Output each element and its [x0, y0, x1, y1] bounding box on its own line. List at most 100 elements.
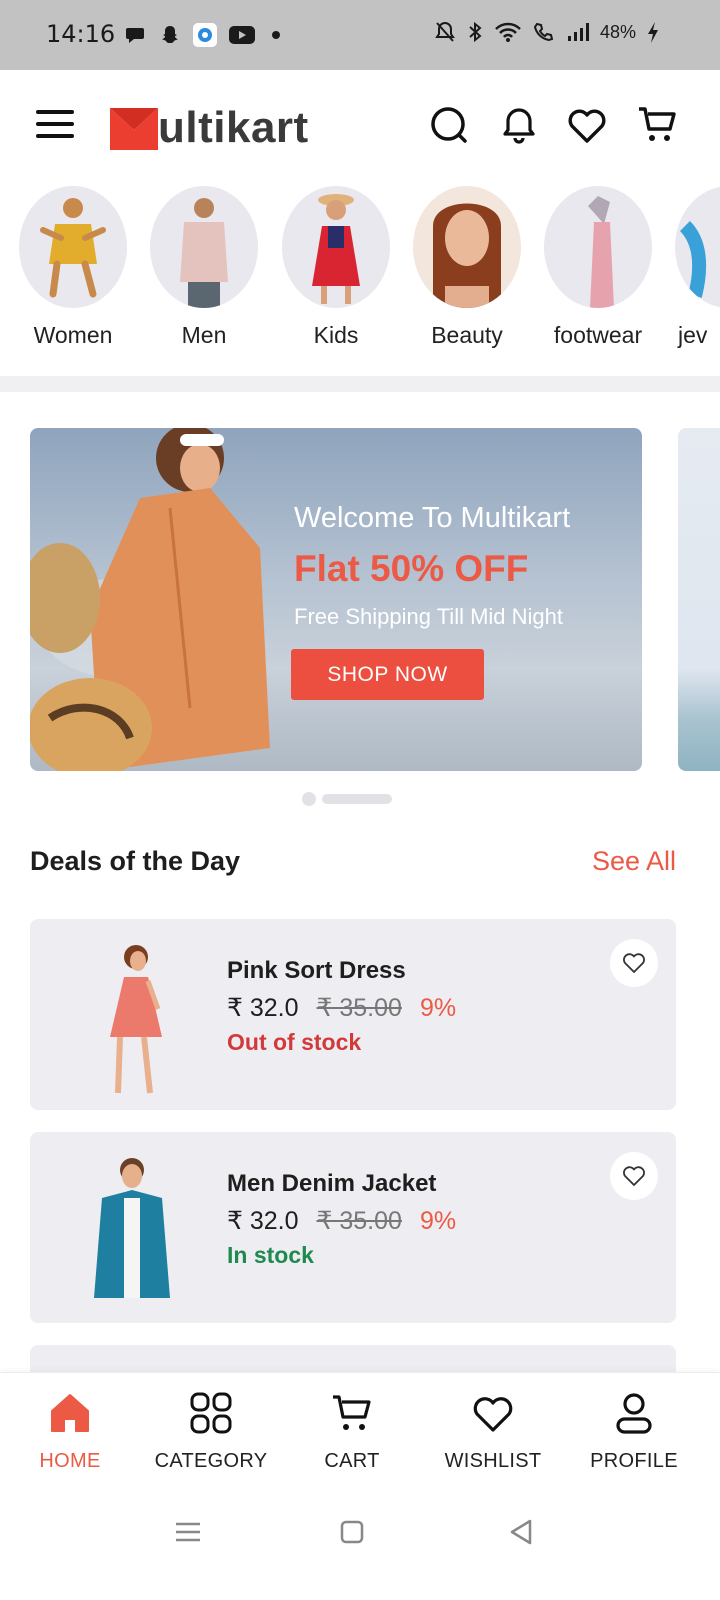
deal-card[interactable]: Pink Sort Dress ₹ 32.0 ₹ 35.00 9% Out of…: [30, 919, 676, 1110]
deal-price: ₹ 32.0: [227, 994, 299, 1022]
nav-wishlist[interactable]: WISHLIST: [423, 1391, 563, 1473]
deals-title: Deals of the Day: [30, 846, 241, 876]
category-jewellery[interactable]: jev: [664, 186, 720, 349]
category-strip[interactable]: Women Men Kids Beauty footwear jev: [0, 186, 720, 366]
category-men-image: [150, 186, 258, 308]
wifi-icon: [495, 22, 521, 42]
heart-icon[interactable]: [566, 104, 608, 146]
deal-card-partial[interactable]: [30, 1345, 676, 1375]
status-time: 14:16: [46, 20, 116, 48]
pagination-dot[interactable]: [302, 792, 316, 806]
nav-label: PROFILE: [590, 1450, 678, 1472]
nav-home[interactable]: HOME: [0, 1391, 140, 1473]
banner-offer-text: Flat 50% OFF: [294, 548, 529, 589]
search-icon[interactable]: [428, 104, 470, 146]
deal-old-price: ₹ 35.00: [316, 1207, 402, 1235]
user-icon: [616, 1393, 652, 1434]
category-label: Women: [33, 322, 113, 348]
bottom-navigation: HOME CATEGORY CART WISHLIST PROFILE: [0, 1372, 720, 1490]
wifi-call-icon: [533, 22, 554, 42]
deal-product-image: [110, 945, 162, 1094]
nav-category[interactable]: CATEGORY: [141, 1391, 281, 1473]
category-label: jev: [678, 322, 708, 348]
logo-m-mark: [110, 108, 158, 150]
charging-icon: [648, 22, 658, 43]
category-kids[interactable]: Kids: [271, 186, 401, 349]
banner-subtitle: Free Shipping Till Mid Night: [294, 604, 564, 629]
app-header: ultikart: [0, 70, 720, 180]
menu-button[interactable]: [36, 110, 74, 140]
hamburger-icon-bar: [36, 110, 74, 114]
deal-discount: 9%: [419, 1207, 457, 1235]
logo-text-ulti: ulti: [158, 103, 226, 152]
home-icon: [51, 1394, 89, 1432]
status-system-icons: 48%: [434, 20, 660, 44]
logo-text: ultikart: [158, 106, 309, 150]
category-men[interactable]: Men: [139, 186, 269, 349]
heart-outline-icon: [623, 1166, 645, 1186]
category-label: Men: [181, 322, 227, 348]
dot-icon: [272, 31, 280, 39]
category-women[interactable]: Women: [8, 186, 138, 349]
deal-discount: 9%: [419, 994, 457, 1022]
deal-card[interactable]: Men Denim Jacket ₹ 32.0 ₹ 35.00 9% In st…: [30, 1132, 676, 1323]
category-label: Kids: [313, 322, 359, 348]
home-square-icon[interactable]: [332, 1512, 372, 1552]
bell-icon[interactable]: [498, 104, 540, 146]
hamburger-icon-bar: [36, 122, 74, 126]
bluetooth-icon: [469, 21, 482, 43]
deal-product-image: [94, 1158, 170, 1298]
nav-label: CART: [324, 1450, 380, 1472]
banner-model-illustration: [30, 428, 270, 771]
pagination-dot-active[interactable]: [322, 794, 392, 804]
wishlist-toggle-button[interactable]: [610, 1152, 658, 1200]
next-banner-peek[interactable]: [678, 428, 720, 771]
status-bar: 14:16 48%: [0, 0, 720, 70]
category-label: footwear: [553, 322, 643, 348]
category-footwear[interactable]: footwear: [533, 186, 663, 349]
grid-icon: [190, 1392, 232, 1434]
category-beauty[interactable]: Beauty: [402, 186, 532, 349]
heart-icon: [473, 1397, 513, 1432]
nav-cart[interactable]: CART: [282, 1391, 422, 1473]
signal-icon: [567, 23, 589, 41]
nav-profile[interactable]: PROFILE: [564, 1391, 704, 1473]
deal-stock-status: Out of stock: [227, 1029, 362, 1055]
recents-icon[interactable]: [168, 1512, 208, 1552]
banner-pagination: [302, 792, 392, 806]
banner-welcome-text: Welcome To Multikart: [294, 502, 571, 534]
mute-bell-icon: [435, 21, 455, 42]
system-navigation-bar: [0, 1490, 720, 1600]
deal-name: Pink Sort Dress: [227, 957, 406, 984]
deal-old-price: ₹ 35.00: [316, 994, 402, 1022]
multikart-logo[interactable]: ultikart: [110, 100, 309, 150]
cart-icon[interactable]: [636, 104, 678, 146]
shop-now-button[interactable]: SHOP NOW: [291, 649, 484, 700]
deal-price-row: ₹ 32.0 ₹ 35.00 9%: [227, 1206, 456, 1236]
browser-icon: [193, 23, 217, 47]
category-label: Beauty: [431, 322, 503, 348]
nav-label: HOME: [39, 1450, 101, 1472]
snapchat-icon: [162, 26, 178, 43]
logo-text-kart: kart: [225, 103, 309, 152]
category-footwear-image: [544, 186, 652, 308]
wishlist-toggle-button[interactable]: [610, 939, 658, 987]
deal-name: Men Denim Jacket: [227, 1170, 437, 1197]
cart-icon: [333, 1395, 371, 1430]
category-jewellery-image: [675, 186, 720, 308]
deal-stock-status: In stock: [227, 1242, 314, 1268]
youtube-icon: [229, 26, 255, 44]
promo-banner[interactable]: Welcome To Multikart Flat 50% OFF Free S…: [30, 428, 642, 771]
see-all-link[interactable]: See All: [592, 846, 676, 877]
heart-outline-icon: [623, 953, 645, 973]
chat-bubble-icon: [126, 28, 144, 43]
back-icon[interactable]: [502, 1512, 542, 1552]
hamburger-icon-bar: [36, 134, 74, 138]
deal-price-row: ₹ 32.0 ₹ 35.00 9%: [227, 993, 456, 1023]
deal-price: ₹ 32.0: [227, 1207, 299, 1235]
nav-label: CATEGORY: [154, 1450, 268, 1472]
category-women-image: [19, 186, 127, 308]
status-notification-icons: [124, 22, 286, 48]
nav-label: WISHLIST: [444, 1450, 542, 1472]
section-divider: [0, 376, 720, 392]
